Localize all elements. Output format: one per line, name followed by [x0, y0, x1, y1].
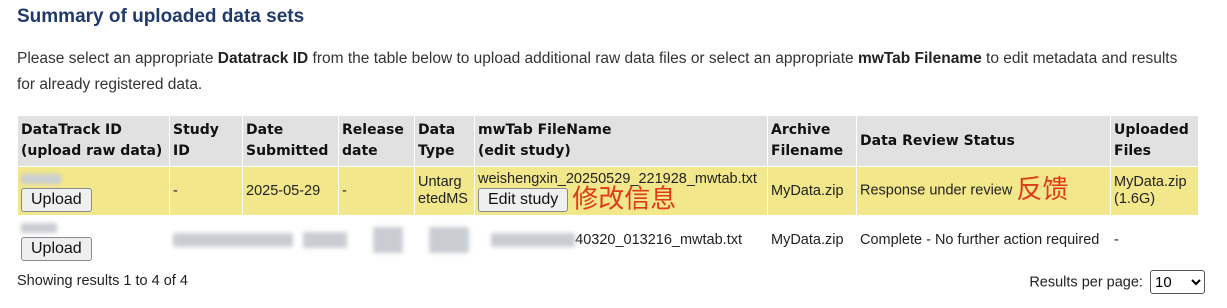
review-annotation: 反馈 [1016, 175, 1069, 206]
redacted-mwtab-prefix [491, 233, 576, 247]
redacted-id [21, 173, 61, 184]
cell-uploaded-files: MyData.zip (1.6G) [1110, 166, 1199, 216]
intro-bold-datatrack: Datatrack ID [217, 50, 309, 67]
cell-datatrack-id: Upload [17, 166, 170, 216]
cell-archive-filename: MyData.zip [767, 215, 857, 265]
results-per-page-label: Results per page: [1029, 274, 1143, 291]
results-per-page: Results per page: 10 [1029, 270, 1205, 294]
cell-mwtab-filename: weishengxin_20250529_221928_mwtab.txt Ed… [474, 166, 768, 216]
cell-redacted-group: 40320_013216_mwtab.txt [169, 215, 768, 265]
cell-review-status: Response under review 反馈 [856, 166, 1111, 216]
cell-archive-filename: MyData.zip [767, 166, 857, 216]
cell-data-type: Untarg etedMS [414, 166, 475, 216]
header-mwtab-filename[interactable]: mwTab FileName (edit study) [474, 115, 768, 167]
intro-part: from the table below to upload additiona… [308, 50, 858, 67]
edit-annotation: 修改信息 [572, 184, 677, 215]
header-data-type[interactable]: Data Type [414, 115, 475, 167]
header-data-review-status[interactable]: Data Review Status [856, 115, 1111, 167]
results-count: Showing results 1 to 4 of 4 [17, 273, 188, 289]
upload-button[interactable]: Upload [21, 236, 92, 261]
header-date-submitted[interactable]: Date Submitted [242, 115, 339, 167]
page-title: Summary of uploaded data sets [17, 6, 305, 27]
mwtab-filename-link[interactable]: 40320_013216_mwtab.txt [575, 232, 742, 248]
datasets-table: DataTrack ID (upload raw data) Study ID D… [17, 115, 1199, 265]
results-per-page-select[interactable]: 10 [1150, 270, 1205, 294]
intro-part: Please select an appropriate [17, 50, 218, 67]
edit-study-button[interactable]: Edit study [478, 187, 569, 212]
cell-release-date: - [338, 166, 415, 216]
intro-text: Please select an appropriate Datatrack I… [17, 46, 1197, 98]
header-datatrack-id[interactable]: DataTrack ID (upload raw data) [17, 115, 170, 167]
redacted-type [429, 227, 470, 253]
table-row: Upload 40320_013216_mwtab.txt MyData.zip… [17, 215, 1199, 265]
redacted-id [21, 222, 57, 233]
redacted-release [373, 227, 404, 253]
table-row: Upload - 2025-05-29 - Untarg etedMS weish… [17, 166, 1199, 216]
cell-datatrack-id: Upload [17, 215, 170, 265]
cell-date-submitted: 2025-05-29 [242, 166, 339, 216]
header-study-id[interactable]: Study ID [169, 115, 243, 167]
header-uploaded-files[interactable]: Uploaded Files [1110, 115, 1199, 167]
review-status-text: Response under review [860, 182, 1013, 199]
cell-uploaded-files: - [1110, 215, 1199, 265]
cell-review-status: Complete - No further action required [856, 215, 1111, 265]
cell-study-id: - [169, 166, 243, 216]
redacted-date [303, 232, 348, 248]
header-archive-filename[interactable]: Archive Filename [767, 115, 857, 167]
intro-bold-mwtab: mwTab Filename [857, 50, 982, 67]
header-release-date[interactable]: Release date [338, 115, 415, 167]
upload-button[interactable]: Upload [21, 187, 92, 212]
table-header-row: DataTrack ID (upload raw data) Study ID D… [17, 115, 1199, 167]
redacted-study-id [173, 233, 293, 247]
